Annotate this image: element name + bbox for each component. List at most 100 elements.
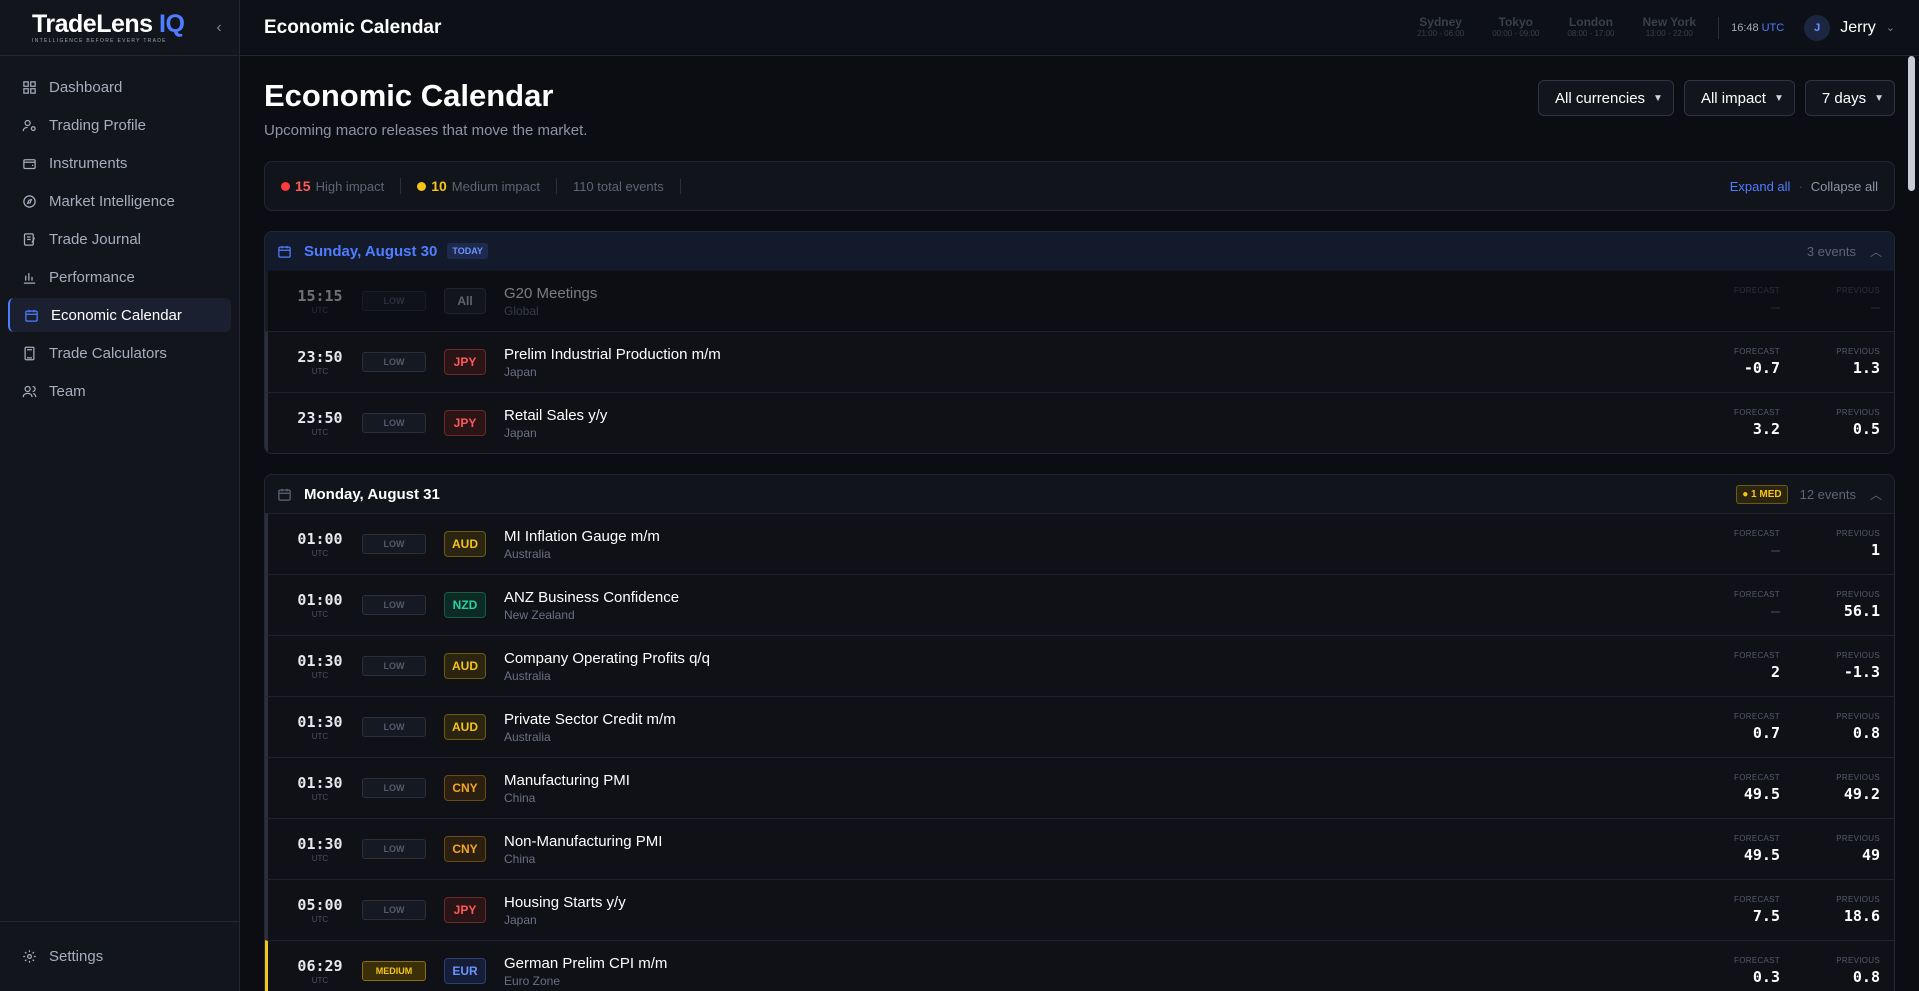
logo-name: TradeLens bbox=[32, 10, 153, 38]
sidebar-item-label: Trading Profile bbox=[49, 116, 146, 134]
forecast-label: FORECAST bbox=[1734, 651, 1780, 660]
sidebar-item-dashboard[interactable]: Dashboard bbox=[8, 70, 231, 104]
event-country: Japan bbox=[504, 364, 537, 379]
event-row[interactable]: 01:30 UTC LOW CNY Non-Manufacturing PMI China… bbox=[265, 818, 1894, 879]
event-row[interactable]: 23:50 UTC LOW JPY Retail Sales y/y Japan FOREC… bbox=[265, 392, 1894, 453]
event-values: FORECAST 49.5 PREVIOUS 49.2 bbox=[1720, 773, 1880, 803]
sidebar-item-trade-calculators[interactable]: Trade Calculators bbox=[8, 336, 231, 370]
currency-badge: CNY bbox=[444, 836, 486, 862]
previous: PREVIOUS 1.3 bbox=[1820, 347, 1880, 377]
event-time-value: 23:50 bbox=[297, 348, 343, 366]
day-header[interactable]: Sunday, August 30 TODAY 3 events ︿ bbox=[265, 232, 1894, 270]
range-select[interactable]: 7 days ▼ bbox=[1804, 80, 1895, 116]
event-name: ANZ Business Confidence bbox=[504, 588, 680, 606]
currency-select-value: All currencies bbox=[1555, 89, 1646, 107]
impact-badge: LOW bbox=[362, 413, 426, 433]
event-time-utc: UTC bbox=[311, 854, 329, 863]
forecast-label: FORECAST bbox=[1734, 834, 1780, 843]
settings-link[interactable]: Settings bbox=[0, 921, 239, 991]
user-menu[interactable]: J Jerry ⌄ bbox=[1804, 14, 1895, 41]
impact-badge: LOW bbox=[362, 595, 426, 615]
previous-label: PREVIOUS bbox=[1836, 773, 1880, 782]
event-time-value: 01:00 bbox=[297, 530, 343, 548]
forecast-value: – bbox=[1770, 298, 1780, 316]
users-icon bbox=[22, 385, 37, 397]
forecast: FORECAST 2 bbox=[1720, 651, 1780, 681]
topbar-title: Economic Calendar bbox=[264, 16, 442, 38]
event-row[interactable]: 01:30 UTC LOW AUD Company Operating Profits … bbox=[265, 635, 1894, 696]
previous: PREVIOUS -1.3 bbox=[1820, 651, 1880, 681]
event-time-utc: UTC bbox=[311, 671, 329, 680]
event-time: 15:15 UTC bbox=[288, 287, 352, 315]
event-count: 3 events bbox=[1806, 243, 1856, 259]
forecast-value: 0.7 bbox=[1752, 724, 1780, 742]
chevron-up-icon[interactable]: ︿ bbox=[1870, 486, 1882, 503]
sidebar-item-label: Instruments bbox=[49, 154, 128, 172]
day-header[interactable]: Monday, August 31 ● 1 MED 12 events ︿ bbox=[265, 475, 1894, 513]
stats-bar: 15 High impact 10 Medium impact 110 total … bbox=[264, 161, 1895, 211]
forecast-label: FORECAST bbox=[1734, 408, 1780, 417]
event-info: Non-Manufacturing PMI China bbox=[504, 833, 1720, 866]
event-time-value: 01:30 bbox=[297, 652, 343, 670]
high-count: 15 bbox=[295, 178, 311, 194]
previous-value: 0.8 bbox=[1852, 968, 1880, 986]
previous: PREVIOUS 0.5 bbox=[1820, 408, 1880, 438]
impact-select[interactable]: All impact ▼ bbox=[1683, 80, 1795, 116]
event-time-value: 06:29 bbox=[297, 957, 343, 975]
medium-count-badge: ● 1 MED bbox=[1736, 484, 1788, 504]
previous-label: PREVIOUS bbox=[1836, 651, 1880, 660]
sidebar-item-trade-journal[interactable]: Trade Journal bbox=[8, 222, 231, 256]
content: Economic Calendar Upcoming macro release… bbox=[240, 56, 1919, 991]
logo[interactable]: TradeLens IQ INTELLIGENCE BEFORE EVERY T… bbox=[32, 10, 185, 44]
main-area: Economic Calendar Sydney 21:00 - 06:00 Tok… bbox=[240, 0, 1919, 991]
event-time-utc: UTC bbox=[311, 793, 329, 802]
event-row[interactable]: 01:30 UTC LOW AUD Private Sector Credit m/m A… bbox=[265, 696, 1894, 757]
previous-label: PREVIOUS bbox=[1836, 529, 1880, 538]
event-row[interactable]: 01:30 UTC LOW CNY Manufacturing PMI China FORE… bbox=[265, 757, 1894, 818]
event-name: Manufacturing PMI bbox=[504, 771, 630, 789]
forecast-value: – bbox=[1770, 541, 1780, 559]
previous-value: 0.8 bbox=[1852, 724, 1880, 742]
impact-badge: MEDIUM bbox=[362, 961, 426, 981]
currency-badge: JPY bbox=[444, 349, 486, 375]
sidebar-item-team[interactable]: Team bbox=[8, 374, 231, 408]
sidebar-nav: Dashboard Trading Profile Instruments Marke… bbox=[0, 56, 239, 412]
expand-all-link[interactable]: Expand all bbox=[1730, 179, 1791, 194]
chevron-down-icon: ▼ bbox=[1874, 92, 1884, 104]
sidebar-item-label: Trade Calculators bbox=[49, 344, 167, 362]
session-london: London 08:00 - 17:00 bbox=[1567, 16, 1614, 39]
sidebar-item-economic-calendar[interactable]: Economic Calendar bbox=[8, 298, 231, 332]
forecast-label: FORECAST bbox=[1734, 529, 1780, 538]
event-row[interactable]: 23:50 UTC LOW JPY Prelim Industrial Producti… bbox=[265, 331, 1894, 392]
sidebar-item-label: Dashboard bbox=[49, 78, 123, 96]
sidebar-item-label: Market Intelligence bbox=[49, 192, 175, 210]
event-row[interactable]: 01:00 UTC LOW AUD MI Inflation Gauge m/m Aust… bbox=[265, 513, 1894, 574]
event-values: FORECAST 49.5 PREVIOUS 49 bbox=[1720, 834, 1880, 864]
forecast: FORECAST – bbox=[1720, 590, 1780, 620]
chevron-up-icon[interactable]: ︿ bbox=[1870, 243, 1882, 260]
calculator-icon bbox=[24, 346, 35, 360]
session-tokyo: Tokyo 00:00 - 09:00 bbox=[1492, 16, 1539, 39]
currency-select[interactable]: All currencies ▼ bbox=[1538, 80, 1674, 116]
sidebar-item-instruments[interactable]: Instruments bbox=[8, 146, 231, 180]
event-row[interactable]: 06:29 UTC MEDIUM EUR German Prelim CPI m/m Eu… bbox=[265, 940, 1894, 991]
utc-clock: 16:48 UTC bbox=[1718, 16, 1784, 39]
event-row[interactable]: 15:15 UTC LOW All G20 Meetings Global FORECAST… bbox=[265, 270, 1894, 331]
event-row[interactable]: 05:00 UTC LOW JPY Housing Starts y/y Japan FOR… bbox=[265, 879, 1894, 940]
sidebar-item-market-intelligence[interactable]: Market Intelligence bbox=[8, 184, 231, 218]
previous-value: 1.3 bbox=[1852, 359, 1880, 377]
event-time: 23:50 UTC bbox=[288, 409, 352, 437]
scrollbar[interactable] bbox=[1908, 56, 1915, 191]
event-name: G20 Meetings bbox=[504, 284, 598, 302]
collapse-sidebar-chevron-icon[interactable]: ‹ bbox=[209, 19, 229, 37]
event-name: Non-Manufacturing PMI bbox=[504, 832, 663, 850]
forecast: FORECAST 0.3 bbox=[1720, 956, 1780, 986]
event-time: 05:00 UTC bbox=[288, 896, 352, 924]
collapse-all-link[interactable]: Collapse all bbox=[1811, 179, 1878, 194]
settings-label: Settings bbox=[49, 948, 104, 965]
sidebar-item-trading-profile[interactable]: Trading Profile bbox=[8, 108, 231, 142]
event-time-value: 05:00 bbox=[297, 896, 343, 914]
event-name: Prelim Industrial Production m/m bbox=[504, 345, 721, 363]
event-row[interactable]: 01:00 UTC LOW NZD ANZ Business Confidence New… bbox=[265, 574, 1894, 635]
sidebar-item-performance[interactable]: Performance bbox=[8, 260, 231, 294]
